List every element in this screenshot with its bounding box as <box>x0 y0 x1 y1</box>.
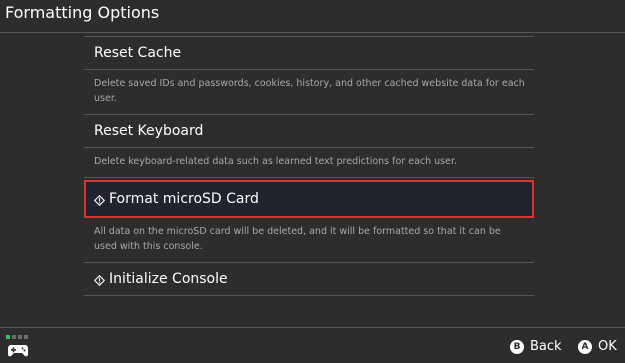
a-button-icon: A <box>578 339 592 354</box>
back-button[interactable]: B Back <box>510 339 562 354</box>
list-item-reset-keyboard[interactable]: Reset Keyboard Delete keyboard-related d… <box>84 115 534 177</box>
reset-keyboard-option[interactable]: Reset Keyboard <box>84 115 534 147</box>
format-microsd-option[interactable]: Format microSD Card <box>84 180 534 218</box>
list-item-initialize-console[interactable]: Initialize Console <box>84 263 534 296</box>
list-item-reset-cache[interactable]: Reset Cache Delete saved IDs and passwor… <box>84 37 534 114</box>
format-microsd-description: All data on the microSD card will be del… <box>94 226 501 252</box>
initialize-console-option[interactable]: Initialize Console <box>84 263 534 295</box>
list-item-format-microsd[interactable]: Format microSD Card All data on the micr… <box>84 180 534 262</box>
reset-cache-option[interactable]: Reset Cache <box>84 37 534 69</box>
page-title: Formatting Options <box>5 3 160 22</box>
reset-keyboard-label: Reset Keyboard <box>94 123 204 139</box>
indicator-dot <box>12 335 16 339</box>
indicator-dot <box>24 335 28 339</box>
ok-button[interactable]: A OK <box>578 339 617 354</box>
indicator-dot-active <box>6 335 10 339</box>
controller-indicator <box>6 335 28 339</box>
b-button-icon: B <box>510 339 524 354</box>
warning-icon <box>94 194 105 206</box>
divider <box>84 295 534 296</box>
reset-keyboard-description: Delete keyboard-related data such as lea… <box>94 156 458 167</box>
controller-icon <box>8 345 28 357</box>
back-label: Back <box>530 339 562 354</box>
reset-cache-description: Delete saved IDs and passwords, cookies,… <box>94 78 525 104</box>
options-list[interactable]: Reset Cache Delete saved IDs and passwor… <box>84 36 534 326</box>
header-bar: Formatting Options <box>0 0 625 33</box>
format-microsd-label: Format microSD Card <box>109 191 259 207</box>
ok-label: OK <box>598 339 617 354</box>
indicator-dot <box>18 335 22 339</box>
footer-bar: B Back A OK <box>0 327 625 363</box>
warning-icon <box>94 274 105 286</box>
reset-cache-label: Reset Cache <box>94 45 182 61</box>
initialize-console-label: Initialize Console <box>109 271 228 287</box>
divider <box>84 177 534 178</box>
